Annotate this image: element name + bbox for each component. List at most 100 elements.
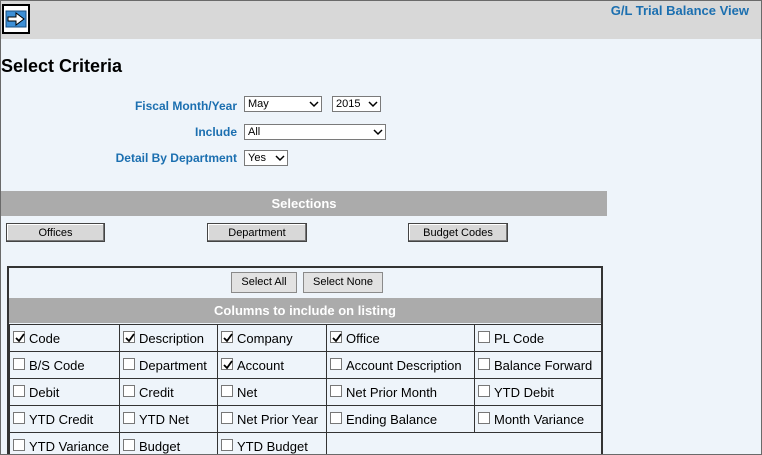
column-option[interactable]: Account Description <box>326 351 475 379</box>
chevron-down-icon <box>275 155 285 162</box>
selections-header: Selections <box>1 191 607 216</box>
column-checkbox[interactable] <box>478 358 490 370</box>
column-option[interactable]: Department <box>119 351 218 379</box>
column-checkbox[interactable] <box>221 358 233 370</box>
chevron-down-icon <box>309 101 319 108</box>
column-option[interactable]: Description <box>119 324 218 352</box>
chevron-down-icon <box>368 101 378 108</box>
column-checkbox[interactable] <box>13 439 25 451</box>
column-checkbox[interactable] <box>123 439 135 451</box>
column-label: Description <box>139 331 205 346</box>
back-button[interactable] <box>2 4 30 34</box>
column-option[interactable]: Code <box>9 324 120 352</box>
checkmark-icon <box>125 333 135 343</box>
budget-codes-button[interactable]: Budget Codes <box>408 223 508 242</box>
header-bar: G/L Trial Balance View <box>1 1 761 39</box>
column-checkbox[interactable] <box>221 331 233 343</box>
column-checkbox[interactable] <box>330 385 342 397</box>
column-label: PL Code <box>494 331 545 346</box>
column-label: YTD Net <box>139 412 189 427</box>
detail-by-department-select[interactable]: Yes <box>244 150 288 166</box>
month-select-value: May <box>248 98 269 110</box>
column-checkbox[interactable] <box>123 385 135 397</box>
column-checkbox[interactable] <box>478 385 490 397</box>
column-option[interactable]: Month Variance <box>474 405 602 433</box>
include-select-value: All <box>248 126 261 138</box>
column-option[interactable]: YTD Credit <box>9 405 120 433</box>
column-checkbox[interactable] <box>123 412 135 424</box>
app-title: G/L Trial Balance View <box>610 3 749 18</box>
column-option[interactable]: YTD Budget <box>217 432 327 454</box>
column-option[interactable]: Credit <box>119 378 218 406</box>
include-select[interactable]: All <box>244 124 386 140</box>
column-option[interactable]: Debit <box>9 378 120 406</box>
column-label: Department <box>139 358 207 373</box>
columns-panel: Select All Select None Columns to includ… <box>7 266 603 454</box>
column-label: Budget <box>139 439 181 454</box>
select-all-button[interactable]: Select All <box>231 272 297 293</box>
column-label: Net Prior Year <box>237 412 318 427</box>
column-checkbox[interactable] <box>221 439 233 451</box>
column-option[interactable]: YTD Net <box>119 405 218 433</box>
detail-select-value: Yes <box>248 152 266 164</box>
column-option[interactable]: Ending Balance <box>326 405 475 433</box>
column-label: Month Variance <box>494 412 585 427</box>
include-label: Include <box>194 125 237 139</box>
column-option[interactable]: Net <box>217 378 327 406</box>
column-checkbox[interactable] <box>123 358 135 370</box>
column-option[interactable]: Budget <box>119 432 218 454</box>
column-label: Account <box>237 358 284 373</box>
column-label: Net <box>237 385 258 400</box>
page-title: Select Criteria <box>1 56 123 76</box>
column-checkbox[interactable] <box>13 385 25 397</box>
select-none-button[interactable]: Select None <box>303 272 383 293</box>
department-button[interactable]: Department <box>207 223 307 242</box>
column-checkbox[interactable] <box>330 358 342 370</box>
column-label: B/S Code <box>29 358 85 373</box>
month-select[interactable]: May <box>244 96 322 112</box>
column-option[interactable]: Office <box>326 324 475 352</box>
offices-button[interactable]: Offices <box>6 223 105 242</box>
column-option[interactable]: B/S Code <box>9 351 120 379</box>
column-option[interactable]: YTD Debit <box>474 378 602 406</box>
column-label: Balance Forward <box>494 358 593 373</box>
column-checkbox[interactable] <box>13 331 25 343</box>
column-label: Company <box>237 331 293 346</box>
checkmark-icon <box>223 333 233 343</box>
column-label: YTD Variance <box>29 439 109 454</box>
app-window: G/L Trial Balance View Select Criteria F… <box>0 0 762 455</box>
checkmark-icon <box>332 333 342 343</box>
column-checkbox[interactable] <box>221 412 233 424</box>
arrow-right-icon <box>5 10 27 28</box>
column-label: YTD Credit <box>29 412 94 427</box>
column-label: YTD Budget <box>237 439 308 454</box>
column-checkbox[interactable] <box>478 331 490 343</box>
column-option[interactable]: YTD Variance <box>9 432 120 454</box>
column-label: Net Prior Month <box>346 385 438 400</box>
fiscal-month-year-label: Fiscal Month/Year <box>134 99 237 113</box>
column-option[interactable]: Company <box>217 324 327 352</box>
columns-header: Columns to include on listing <box>9 298 601 323</box>
column-option[interactable]: Account <box>217 351 327 379</box>
column-option[interactable]: Net Prior Month <box>326 378 475 406</box>
column-label: Code <box>29 331 61 346</box>
column-label: Account Description <box>346 358 462 373</box>
column-label: Office <box>346 331 380 346</box>
column-label: Credit <box>139 385 174 400</box>
chevron-down-icon <box>373 129 383 136</box>
column-checkbox[interactable] <box>221 385 233 397</box>
checkmark-icon <box>15 333 25 343</box>
column-checkbox[interactable] <box>330 412 342 424</box>
year-select[interactable]: 2015 <box>332 96 381 112</box>
column-checkbox[interactable] <box>478 412 490 424</box>
column-option[interactable]: Net Prior Year <box>217 405 327 433</box>
year-select-value: 2015 <box>336 98 361 110</box>
column-checkbox[interactable] <box>13 412 25 424</box>
checkmark-icon <box>223 360 233 370</box>
column-checkbox[interactable] <box>13 358 25 370</box>
column-option[interactable]: PL Code <box>474 324 602 352</box>
detail-by-department-label: Detail By Department <box>115 151 237 165</box>
column-checkbox[interactable] <box>330 331 342 343</box>
column-option[interactable]: Balance Forward <box>474 351 602 379</box>
column-checkbox[interactable] <box>123 331 135 343</box>
